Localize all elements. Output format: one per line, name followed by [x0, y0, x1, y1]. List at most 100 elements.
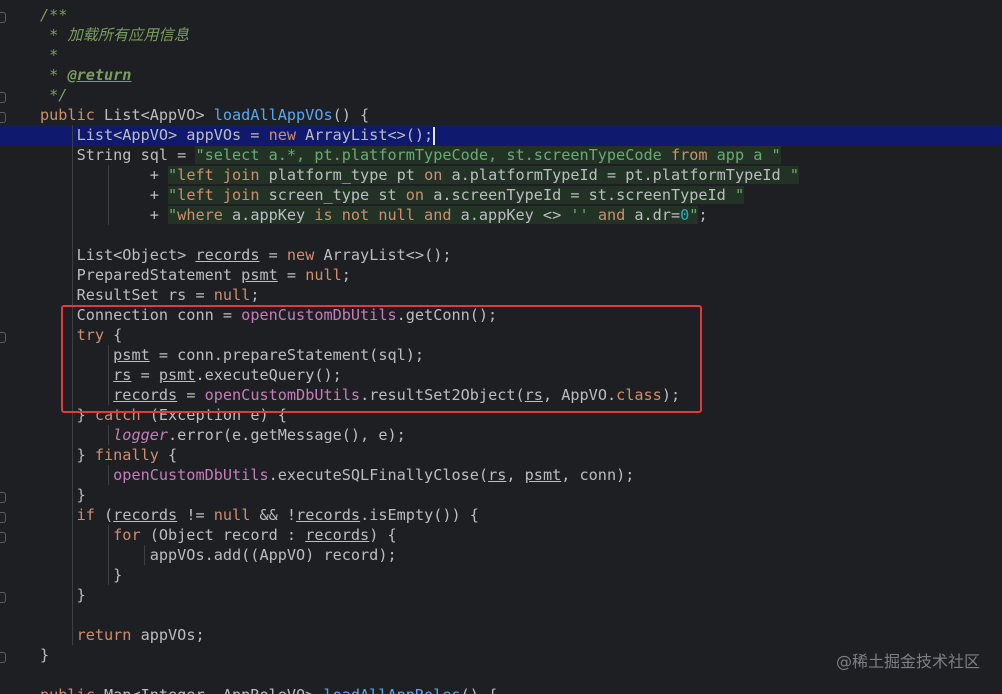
code-token: String sql =	[40, 146, 196, 164]
fold-marker-icon[interactable]	[0, 512, 6, 523]
indent-guide	[72, 205, 73, 225]
code-token: app a "	[707, 146, 781, 164]
code-token: null	[213, 506, 251, 524]
code-token: !=	[177, 506, 214, 524]
code-line[interactable]: + "where a.appKey is not null and a.appK…	[40, 205, 1000, 225]
code-token: }	[40, 646, 50, 664]
code-token: public	[40, 686, 104, 694]
indent-guide	[72, 165, 73, 185]
code-token: left join	[177, 186, 260, 204]
indent-guide	[72, 445, 73, 465]
code-token: Map<Integer, AppRoleVO>	[104, 686, 323, 694]
code-token: openCustomDbUtils	[113, 466, 269, 484]
code-token: .isEmpty()) {	[360, 506, 479, 524]
code-token: ArrayList<>();	[323, 246, 452, 264]
code-token: null	[213, 286, 251, 304]
code-token: "	[168, 186, 178, 204]
indent-guide	[72, 525, 73, 545]
code-token: ResultSet rs =	[40, 286, 214, 304]
code-line[interactable]: }	[40, 565, 1000, 585]
fold-marker-icon[interactable]	[0, 592, 6, 603]
code-line[interactable]: for (Object record : records) {	[40, 525, 1000, 545]
code-line[interactable]: public Map<Integer, AppRoleVO> loadAllAp…	[40, 685, 1000, 694]
code-token: +	[40, 166, 169, 184]
code-line[interactable]: logger.error(e.getMessage(), e);	[40, 425, 1000, 445]
code-line[interactable]: public List<AppVO> loadAllAppVOs() {	[40, 105, 1000, 125]
code-line[interactable]: String sql = "select a.*, pt.platformTyp…	[40, 145, 1000, 165]
code-token: platform_type pt	[259, 166, 425, 184]
code-line[interactable]: return appVOs;	[40, 625, 1000, 645]
code-line[interactable]: ResultSet rs = null;	[40, 285, 1000, 305]
code-token: a.dr=	[625, 206, 681, 224]
code-line[interactable]: * 加载所有应用信息	[40, 25, 1000, 45]
code-line[interactable]: *	[40, 45, 1000, 65]
code-token: @return	[67, 66, 132, 84]
code-token: List<AppVO>	[104, 106, 214, 124]
indent-guide	[72, 425, 73, 445]
code-token: is not null and	[314, 206, 452, 224]
indent-guide	[72, 505, 73, 525]
code-token: "	[734, 186, 745, 204]
code-line[interactable]: } finally {	[40, 445, 1000, 465]
code-line[interactable]: + "left join platform_type pt on a.platf…	[40, 165, 1000, 185]
fold-marker-icon[interactable]	[0, 332, 6, 343]
text-caret	[433, 126, 436, 145]
fold-marker-icon[interactable]	[0, 12, 6, 23]
fold-marker-icon[interactable]	[0, 652, 6, 663]
code-line[interactable]: */	[40, 85, 1000, 105]
fold-marker-icon[interactable]	[0, 92, 6, 103]
code-token: on	[424, 166, 443, 184]
fold-marker-icon[interactable]	[0, 492, 6, 503]
code-line[interactable]	[40, 605, 1000, 625]
code-token: }	[40, 486, 86, 504]
indent-guide	[72, 545, 73, 565]
code-token: records	[305, 526, 370, 544]
code-line[interactable]: /**	[40, 5, 1000, 25]
indent-guide	[108, 525, 109, 545]
code-token: left join	[177, 166, 260, 184]
code-line[interactable]: PreparedStatement psmt = null;	[40, 265, 1000, 285]
code-token	[588, 206, 598, 224]
code-line[interactable]: openCustomDbUtils.executeSQLFinallyClose…	[40, 465, 1000, 485]
code-token: "	[789, 166, 799, 184]
code-token: appVOs;	[131, 626, 205, 644]
editor-gutter[interactable]	[0, 0, 8, 694]
indent-guide	[72, 465, 73, 485]
code-editor[interactable]: /** * 加载所有应用信息 * * @return */public List…	[0, 0, 1002, 694]
indent-guide	[72, 185, 73, 205]
code-token: }	[40, 566, 123, 584]
code-token: +	[40, 206, 169, 224]
code-token: .error(e.getMessage(), e);	[168, 426, 406, 444]
fold-marker-icon[interactable]	[0, 112, 6, 123]
code-token: where	[177, 206, 223, 224]
code-line[interactable]: List<AppVO> appVOs = new ArrayList<>();	[0, 125, 1002, 145]
code-token: for	[113, 526, 141, 544]
indent-guide	[72, 625, 73, 645]
code-line[interactable]: * @return	[40, 65, 1000, 85]
indent-guide	[108, 545, 109, 565]
code-line[interactable]	[40, 225, 1000, 245]
fold-marker-icon[interactable]	[0, 532, 6, 543]
code-token: .executeSQLFinallyClose(	[268, 466, 489, 484]
code-line[interactable]: + "left join screen_type st on a.screenT…	[40, 185, 1000, 205]
code-token: rs	[488, 466, 507, 484]
code-token: , conn);	[561, 466, 635, 484]
code-line[interactable]: appVOs.add((AppVO) record);	[40, 545, 1000, 565]
code-line[interactable]: }	[40, 585, 1000, 605]
code-token: new	[286, 246, 324, 264]
code-token: psmt	[524, 466, 562, 484]
code-token: ;	[698, 206, 708, 224]
code-token: and	[597, 206, 626, 224]
code-token: public	[40, 106, 105, 124]
code-token: psmt	[241, 266, 278, 284]
code-token: * 加载所有应用信息	[40, 26, 189, 44]
code-line[interactable]: }	[40, 485, 1000, 505]
code-token: ) {	[369, 526, 397, 544]
indent-guide	[144, 545, 145, 565]
code-line[interactable]: if (records != null && !records.isEmpty(…	[40, 505, 1000, 525]
watermark: @稀土掘金技术社区	[835, 652, 980, 671]
code-line[interactable]: List<Object> records = new ArrayList<>()…	[40, 245, 1000, 265]
code-token: */	[40, 86, 68, 104]
code-token: loadAllAppRoles	[323, 686, 460, 694]
code-token: () {	[332, 106, 370, 124]
